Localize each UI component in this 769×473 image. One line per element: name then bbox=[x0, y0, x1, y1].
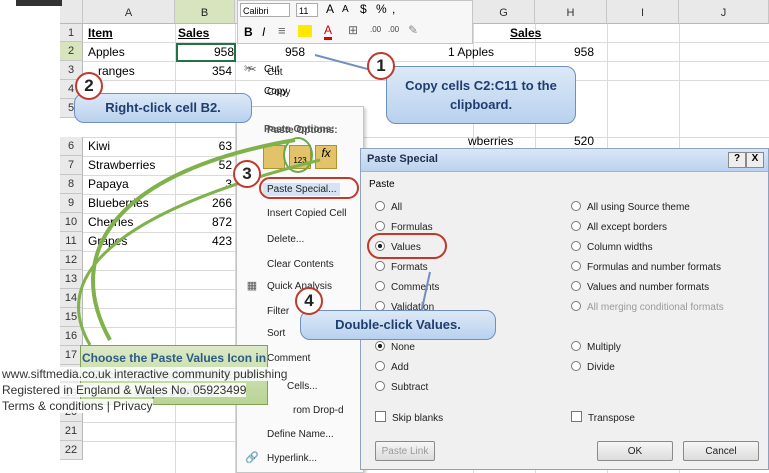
green-arrow bbox=[77, 158, 321, 346]
callout-step-2: Right-click cell B2. bbox=[74, 93, 252, 123]
step-badge-4: 4 bbox=[295, 287, 323, 315]
green-arrow bbox=[91, 138, 296, 341]
callout-step-4: Double-click Values. bbox=[300, 310, 496, 340]
footer-registered: Registered in England & Wales No. 059234… bbox=[2, 383, 247, 397]
step-badge-2: 2 bbox=[75, 72, 103, 100]
step-badge-1: 1 bbox=[367, 52, 395, 80]
footer-links[interactable]: Terms & conditions | Privacy bbox=[2, 399, 153, 413]
step-badge-3: 3 bbox=[233, 160, 261, 188]
footer-site[interactable]: www.siftmedia.co.uk interactive communit… bbox=[2, 367, 288, 381]
callout-step-1: Copy cells C2:C11 to the clipboard. bbox=[386, 66, 576, 124]
